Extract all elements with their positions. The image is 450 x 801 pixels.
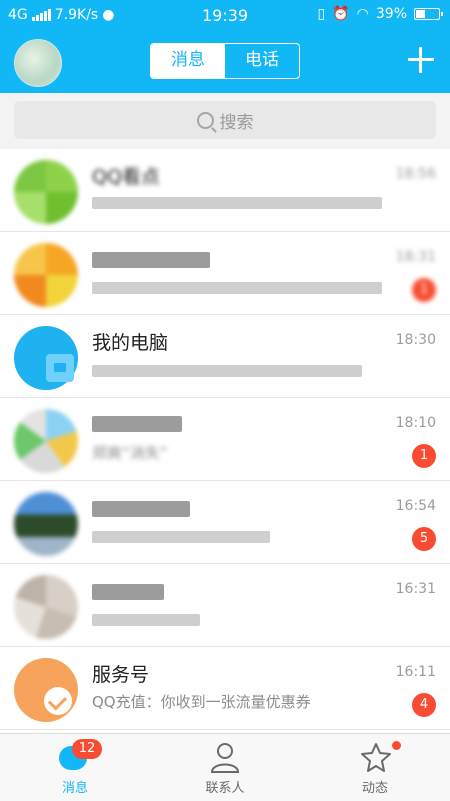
blurred-message (92, 365, 362, 377)
tab-label: 动态 (361, 781, 388, 796)
conversation-name: QQ看点 (92, 166, 160, 188)
search-input[interactable]: 搜索 (14, 101, 436, 139)
app-header: 消息 电话 (0, 30, 450, 93)
vibrate-icon: ▯ (317, 6, 326, 22)
my-avatar[interactable] (14, 39, 62, 87)
avatar (14, 575, 78, 639)
avatar (14, 326, 78, 390)
conversation-time: 18:30 (395, 332, 436, 348)
battery-icon (414, 8, 443, 20)
list-item[interactable]: 16:54 5 (0, 481, 450, 564)
blurred-message (92, 197, 382, 209)
avatar (14, 658, 78, 722)
tab-messages[interactable]: 消息 (151, 44, 225, 78)
blurred-message (92, 282, 382, 294)
unread-total-badge: 12 (72, 739, 102, 759)
list-item[interactable]: QQ看点 18:56 (0, 149, 450, 232)
unread-badge: 1 (412, 444, 436, 468)
blurred-name (92, 501, 190, 517)
battery-percent: 39% (375, 6, 407, 22)
avatar (14, 409, 78, 473)
list-item[interactable]: 服务号 QQ充值：你收到一张流量优惠券 16:11 4 (0, 647, 450, 730)
status-bar: 4G 7.9K/s ● 19:39 ▯ ⏰ ◠ 39% (0, 0, 450, 30)
tab-label: 联系人 (205, 781, 245, 796)
computer-icon (46, 354, 74, 382)
conversation-name: 我的电脑 (92, 332, 169, 354)
search-placeholder: 搜索 (219, 112, 254, 133)
unread-badge: 1 (412, 278, 436, 302)
status-right: ▯ ⏰ ◠ 39% (317, 6, 443, 22)
list-item[interactable]: 我的电脑 18:30 (0, 315, 450, 398)
new-activity-dot (392, 741, 401, 750)
tab-calls[interactable]: 电话 (225, 44, 299, 78)
blurred-name (92, 584, 164, 600)
blurred-message (92, 531, 270, 543)
blurred-message (92, 614, 200, 626)
unread-badge: 5 (412, 527, 436, 551)
list-item[interactable]: 16:31 (0, 564, 450, 647)
tab-activity-nav[interactable]: 动态 (300, 734, 450, 801)
person-icon (210, 743, 240, 773)
blurred-name (92, 416, 182, 432)
list-item[interactable]: 郑爽“消失” 18:10 1 (0, 398, 450, 481)
tab-contacts-nav[interactable]: 联系人 (150, 734, 300, 801)
conversation-time: 16:54 (395, 498, 436, 514)
conversation-time: 18:10 (395, 415, 436, 431)
avatar (14, 243, 78, 307)
wifi-icon: ◠ (356, 6, 369, 22)
unread-badge: 4 (412, 693, 436, 717)
avatar (14, 160, 78, 224)
blurred-name (92, 252, 210, 268)
conversation-message: 郑爽“消失” (92, 444, 168, 462)
check-badge-icon (44, 687, 72, 715)
tab-label: 消息 (61, 781, 88, 796)
alarm-icon: ⏰ (332, 6, 350, 22)
conversation-name: 服务号 (92, 664, 150, 686)
search-icon (196, 111, 214, 129)
star-icon (361, 743, 391, 772)
avatar (14, 492, 78, 556)
plus-icon[interactable] (406, 45, 436, 75)
tab-switcher: 消息 电话 (150, 43, 300, 79)
conversation-time: 16:31 (395, 581, 436, 597)
conversation-time: 18:31 (395, 249, 436, 265)
tab-messages-nav[interactable]: 12 消息 (0, 734, 150, 801)
conversation-time: 18:56 (395, 166, 436, 182)
conversation-time: 16:11 (395, 664, 436, 680)
conversation-message: QQ充值：你收到一张流量优惠券 (92, 693, 311, 711)
conversation-list: QQ看点 18:56 18:31 1 我的电脑 18:30 郑爽“消失” 18:… (0, 149, 450, 730)
search-bar: 搜索 (0, 93, 450, 149)
list-item[interactable]: 18:31 1 (0, 232, 450, 315)
bottom-nav: 12 消息 联系人 动态 (0, 733, 450, 801)
